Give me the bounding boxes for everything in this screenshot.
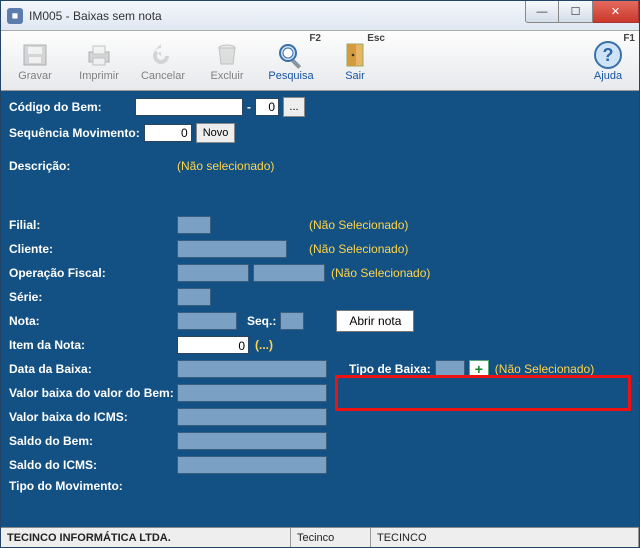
serie-input[interactable] [177, 288, 211, 306]
filial-label: Filial: [9, 218, 177, 232]
abrir-nota-button[interactable]: Abrir nota [336, 310, 414, 332]
codigo-bem-label: Código do Bem: [9, 100, 131, 114]
item-nota-input[interactable]: 0 [177, 336, 249, 354]
opfiscal-nsel: (Não Selecionado) [331, 266, 430, 280]
opfiscal-input-1[interactable] [177, 264, 249, 282]
dash-separator: - [247, 100, 251, 114]
novo-button[interactable]: Novo [196, 123, 236, 143]
saldo-bem-label: Saldo do Bem: [9, 434, 177, 448]
valor-baixa-bem-input[interactable] [177, 384, 327, 402]
codigo-bem-sub-input[interactable] [255, 98, 279, 116]
window-title: IM005 - Baixas sem nota [29, 9, 525, 23]
filial-input[interactable] [177, 216, 211, 234]
status-caps: TECINCO [371, 528, 639, 547]
status-company: TECINCO INFORMÁTICA LTDA. [1, 528, 291, 547]
opfiscal-label: Operação Fiscal: [9, 266, 177, 280]
tipo-baixa-nsel: (Não Selecionado) [495, 362, 594, 376]
toolbar: Gravar Imprimir Cancelar Excluir F2 Pe [1, 31, 639, 91]
cliente-label: Cliente: [9, 242, 177, 256]
printer-icon [83, 40, 115, 70]
descricao-value: (Não selecionado) [177, 159, 274, 173]
nota-seq-input[interactable] [280, 312, 304, 330]
tipo-mov-label: Tipo do Movimento: [9, 479, 177, 493]
data-baixa-label: Data da Baixa: [9, 362, 177, 376]
item-nota-lookup[interactable]: (...) [255, 338, 273, 352]
seq-mov-input[interactable] [144, 124, 192, 142]
cancelar-label: Cancelar [141, 70, 185, 82]
ajuda-label: Ajuda [594, 70, 622, 82]
window-controls: — ☐ ✕ [525, 1, 639, 30]
title-bar: ◼ IM005 - Baixas sem nota — ☐ ✕ [1, 1, 639, 31]
sair-button[interactable]: Esc Sair [323, 31, 387, 90]
minimize-button[interactable]: — [525, 1, 559, 23]
cancelar-button[interactable]: Cancelar [131, 31, 195, 90]
nota-input[interactable] [177, 312, 237, 330]
gravar-button[interactable]: Gravar [3, 31, 67, 90]
valor-baixa-bem-label: Valor baixa do valor do Bem: [9, 386, 177, 400]
valor-baixa-icms-input[interactable] [177, 408, 327, 426]
maximize-button[interactable]: ☐ [559, 1, 593, 23]
ajuda-hotkey: F1 [623, 33, 635, 44]
tipo-baixa-label: Tipo de Baixa: [349, 362, 431, 376]
app-window: ◼ IM005 - Baixas sem nota — ☐ ✕ Gravar I… [0, 0, 640, 548]
svg-text:?: ? [603, 45, 614, 65]
app-icon: ◼ [7, 8, 23, 24]
trash-icon [211, 40, 243, 70]
status-bar: TECINCO INFORMÁTICA LTDA. Tecinco TECINC… [1, 527, 639, 547]
excluir-button[interactable]: Excluir [195, 31, 259, 90]
serie-label: Série: [9, 290, 177, 304]
pesquisa-hotkey: F2 [309, 33, 321, 44]
highlight-box [335, 375, 631, 411]
codigo-bem-lookup-button[interactable]: ... [283, 97, 305, 117]
gravar-label: Gravar [18, 70, 52, 82]
opfiscal-input-2[interactable] [253, 264, 325, 282]
codigo-bem-input[interactable] [135, 98, 243, 116]
status-short: Tecinco [291, 528, 371, 547]
save-icon [19, 40, 51, 70]
door-icon [339, 40, 371, 70]
sair-label: Sair [345, 70, 365, 82]
filial-nsel: (Não Selecionado) [309, 218, 408, 232]
undo-icon [147, 40, 179, 70]
form-content: Código do Bem: - ... Sequência Movimento… [1, 91, 639, 527]
seq-mov-label: Sequência Movimento: [9, 126, 140, 140]
pesquisa-label: Pesquisa [268, 70, 313, 82]
imprimir-button[interactable]: Imprimir [67, 31, 131, 90]
cliente-input[interactable] [177, 240, 287, 258]
imprimir-label: Imprimir [79, 70, 119, 82]
search-icon [275, 40, 307, 70]
nota-seq-label: Seq.: [247, 314, 276, 328]
ajuda-button[interactable]: F1 ? Ajuda [579, 31, 637, 90]
saldo-icms-label: Saldo do ICMS: [9, 458, 177, 472]
data-baixa-input[interactable] [177, 360, 327, 378]
item-nota-label: Item da Nota: [9, 338, 177, 352]
saldo-icms-input[interactable] [177, 456, 327, 474]
descricao-label: Descrição: [9, 159, 177, 173]
valor-baixa-icms-label: Valor baixa do ICMS: [9, 410, 177, 424]
pesquisa-button[interactable]: F2 Pesquisa [259, 31, 323, 90]
excluir-label: Excluir [210, 70, 243, 82]
nota-label: Nota: [9, 314, 177, 328]
cliente-nsel: (Não Selecionado) [309, 242, 408, 256]
close-button[interactable]: ✕ [593, 1, 639, 23]
help-icon: ? [593, 40, 623, 70]
saldo-bem-input[interactable] [177, 432, 327, 450]
sair-hotkey: Esc [367, 33, 385, 44]
